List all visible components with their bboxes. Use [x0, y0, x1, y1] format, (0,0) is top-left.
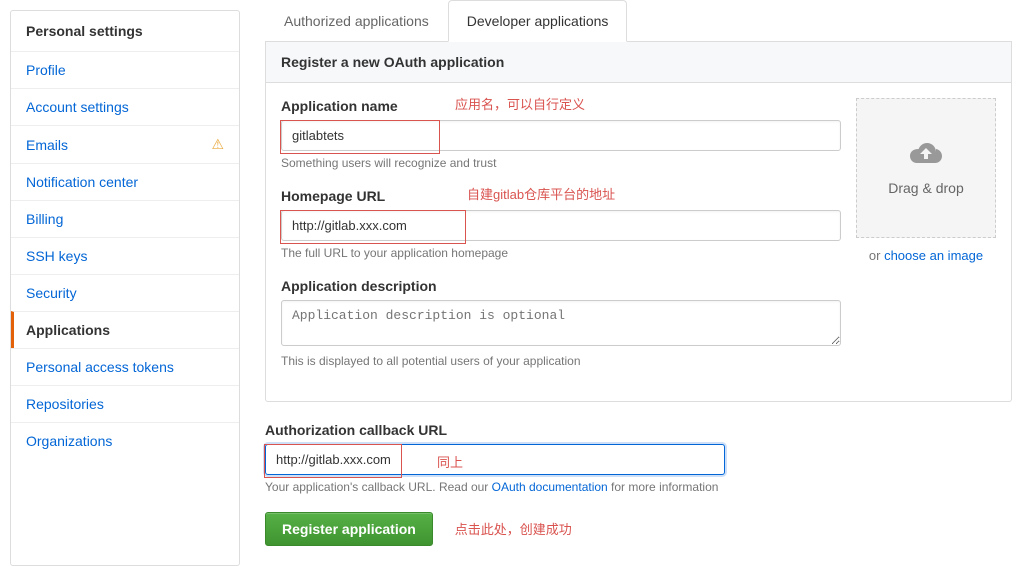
sidebar-item-personal-access-tokens[interactable]: Personal access tokens: [11, 348, 239, 385]
homepage-input[interactable]: [281, 210, 841, 241]
homepage-label: Homepage URL: [281, 188, 841, 204]
sidebar-item-label: Profile: [26, 62, 66, 78]
sidebar-item-account-settings[interactable]: Account settings: [11, 88, 239, 125]
description-textarea[interactable]: [281, 300, 841, 346]
warning-icon: ⚠: [211, 136, 224, 153]
description-label: Application description: [281, 278, 841, 294]
sidebar-item-label: Account settings: [26, 99, 129, 115]
callback-input[interactable]: [265, 444, 725, 475]
sidebar-header: Personal settings: [11, 11, 239, 51]
choose-line: or choose an image: [856, 248, 996, 263]
choose-image-link[interactable]: choose an image: [884, 248, 983, 263]
sidebar-item-emails[interactable]: Emails ⚠: [11, 125, 239, 163]
sidebar-item-label: Billing: [26, 211, 63, 227]
oauth-doc-link[interactable]: OAuth documentation: [492, 480, 608, 494]
sidebar-item-label: Personal access tokens: [26, 359, 174, 375]
sidebar-item-label: Emails: [26, 137, 68, 153]
sidebar-item-label: SSH keys: [26, 248, 87, 264]
form-section: Register a new OAuth application Applica…: [265, 42, 1012, 402]
appname-hint: Something users will recognize and trust: [281, 156, 841, 170]
sidebar: Personal settings Profile Account settin…: [10, 10, 240, 566]
sidebar-item-ssh-keys[interactable]: SSH keys: [11, 237, 239, 274]
sidebar-item-label: Notification center: [26, 174, 138, 190]
sidebar-item-organizations[interactable]: Organizations: [11, 422, 239, 459]
appname-label: Application name: [281, 98, 841, 114]
tab-authorized[interactable]: Authorized applications: [265, 0, 448, 42]
sidebar-item-label: Repositories: [26, 396, 104, 412]
sidebar-item-label: Security: [26, 285, 77, 301]
homepage-hint: The full URL to your application homepag…: [281, 246, 841, 260]
callback-hint: Your application's callback URL. Read ou…: [265, 480, 1012, 494]
sidebar-item-applications[interactable]: Applications: [11, 311, 239, 348]
sidebar-item-profile[interactable]: Profile: [11, 51, 239, 88]
cloud-upload-icon: [908, 140, 944, 176]
drop-text: Drag & drop: [888, 180, 963, 196]
sidebar-item-security[interactable]: Security: [11, 274, 239, 311]
sidebar-item-label: Applications: [26, 322, 110, 338]
sidebar-item-notification-center[interactable]: Notification center: [11, 163, 239, 200]
main: Authorized applications Developer applic…: [265, 0, 1027, 566]
callback-label: Authorization callback URL: [265, 422, 1012, 438]
sidebar-item-repositories[interactable]: Repositories: [11, 385, 239, 422]
appname-input[interactable]: [281, 120, 841, 151]
form-header: Register a new OAuth application: [266, 42, 1011, 83]
sidebar-item-billing[interactable]: Billing: [11, 200, 239, 237]
annotation-text: 点击此处，创建成功: [455, 522, 572, 537]
drop-area[interactable]: Drag & drop: [856, 98, 996, 238]
register-button[interactable]: Register application: [265, 512, 433, 546]
tab-developer[interactable]: Developer applications: [448, 0, 628, 42]
upload-zone: Drag & drop or choose an image: [856, 98, 996, 386]
tabs: Authorized applications Developer applic…: [265, 0, 1012, 42]
description-hint: This is displayed to all potential users…: [281, 354, 841, 368]
sidebar-item-label: Organizations: [26, 433, 112, 449]
